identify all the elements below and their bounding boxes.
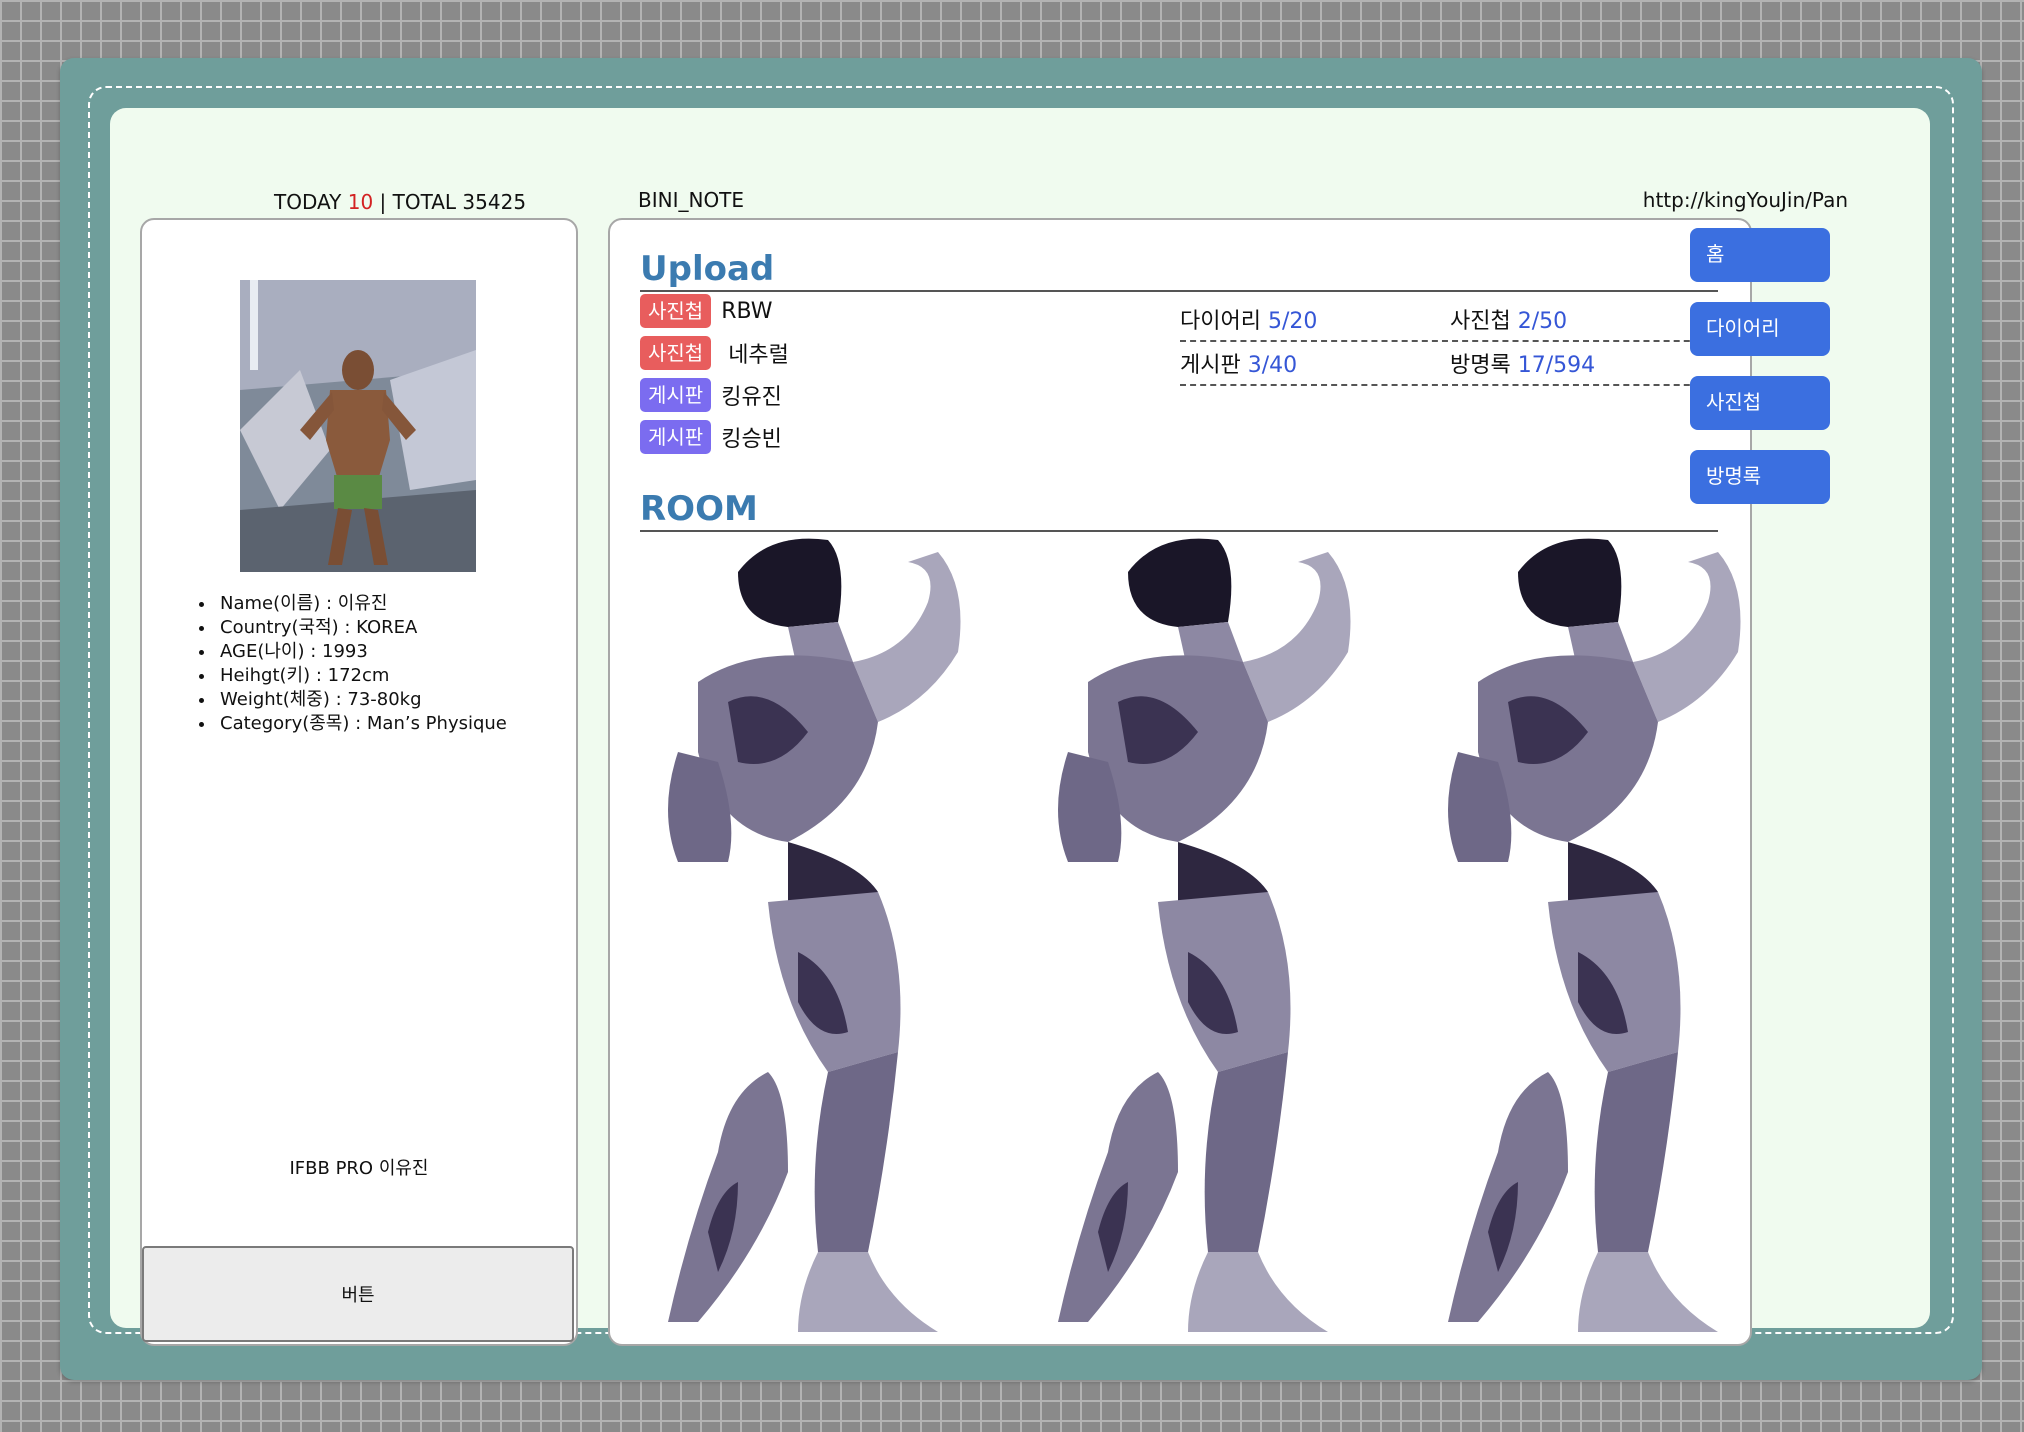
upload-text: 킹유진 (721, 385, 782, 410)
upload-tag: 사진첩 (640, 336, 712, 370)
upload-text: RBW (721, 298, 773, 324)
stat-guestbook[interactable]: 방명록 17/594 (1450, 347, 1720, 379)
profile-caption: IFBB PRO 이유진 (289, 1158, 429, 1179)
stats-row: 게시판 3/40 방명록 17/594 (1180, 342, 1720, 386)
upload-item[interactable]: 게시판 킹승빈 (640, 416, 789, 458)
nav-guestbook[interactable]: 방명록 (1690, 450, 1830, 504)
stat-value: 5/20 (1267, 309, 1318, 334)
profile-button[interactable]: 버튼 (142, 1246, 574, 1342)
room-heading: ROOM (640, 488, 1718, 532)
profile-panel: Name(이름) : 이유진 Country(국적) : KOREA AGE(나… (140, 218, 578, 1346)
today-label: TODAY (274, 190, 342, 214)
bodybuilder-figure (668, 538, 961, 1332)
visit-counter: TODAY 10 | TOTAL 35425 (274, 190, 526, 214)
main-panel: Upload 사진첩 RBW 사진첩 네추럴 게시판 킹유진 게시판 킹승빈 다… (608, 218, 1752, 1346)
upload-tag: 사진첩 (640, 294, 712, 328)
stat-diary[interactable]: 다이어리 5/20 (1180, 303, 1450, 335)
upload-text: 킹승빈 (721, 427, 782, 452)
stats-row: 다이어리 5/20 사진첩 2/50 (1180, 298, 1720, 342)
nav-diary[interactable]: 다이어리 (1690, 302, 1830, 356)
upload-tag: 게시판 (640, 420, 712, 454)
stat-label: 게시판 (1180, 353, 1241, 378)
bodybuilder-figure (1058, 538, 1351, 1332)
profile-country: Country(국적) : KOREA (216, 616, 507, 640)
nav-home[interactable]: 홈 (1690, 228, 1830, 282)
upload-heading: Upload (640, 248, 1718, 292)
room-image (638, 532, 1750, 1344)
profile-height: Heihgt(키) : 172cm (216, 664, 507, 688)
profile-weight: Weight(체중) : 73-80kg (216, 688, 507, 712)
stats-table: 다이어리 5/20 사진첩 2/50 게시판 3/40 방명록 17/594 (1180, 298, 1720, 386)
upload-item[interactable]: 사진첩 네추럴 (640, 332, 789, 374)
stat-label: 사진첩 (1450, 309, 1511, 334)
bodybuilder-figure (1448, 538, 1741, 1332)
stat-label: 방명록 (1450, 353, 1511, 378)
profile-photo (240, 280, 476, 572)
profile-name: Name(이름) : 이유진 (216, 592, 507, 616)
stat-value: 3/40 (1247, 353, 1298, 378)
upload-list: 사진첩 RBW 사진첩 네추럴 게시판 킹유진 게시판 킹승빈 (640, 290, 789, 458)
profile-category: Category(종목) : Man’s Physique (216, 712, 507, 736)
total-count: | TOTAL 35425 (379, 190, 527, 214)
profile-details: Name(이름) : 이유진 Country(국적) : KOREA AGE(나… (194, 592, 507, 736)
stat-value: 2/50 (1517, 309, 1568, 334)
nav-photo[interactable]: 사진첩 (1690, 376, 1830, 430)
upload-item[interactable]: 사진첩 RBW (640, 290, 789, 332)
stat-board[interactable]: 게시판 3/40 (1180, 347, 1450, 379)
upload-tag: 게시판 (640, 378, 712, 412)
content-area: TODAY 10 | TOTAL 35425 Name(이름) : (110, 108, 1930, 1346)
upload-text: 네추럴 (721, 343, 789, 368)
upload-item[interactable]: 게시판 킹유진 (640, 374, 789, 416)
profile-age: AGE(나이) : 1993 (216, 640, 507, 664)
stat-photo[interactable]: 사진첩 2/50 (1450, 303, 1720, 335)
today-count: 10 (347, 190, 374, 214)
site-title: BINI_NOTE (638, 188, 745, 212)
site-url[interactable]: http://kingYouJin/Pan (1530, 188, 1848, 212)
stat-value: 17/594 (1517, 353, 1596, 378)
stat-label: 다이어리 (1180, 309, 1261, 334)
